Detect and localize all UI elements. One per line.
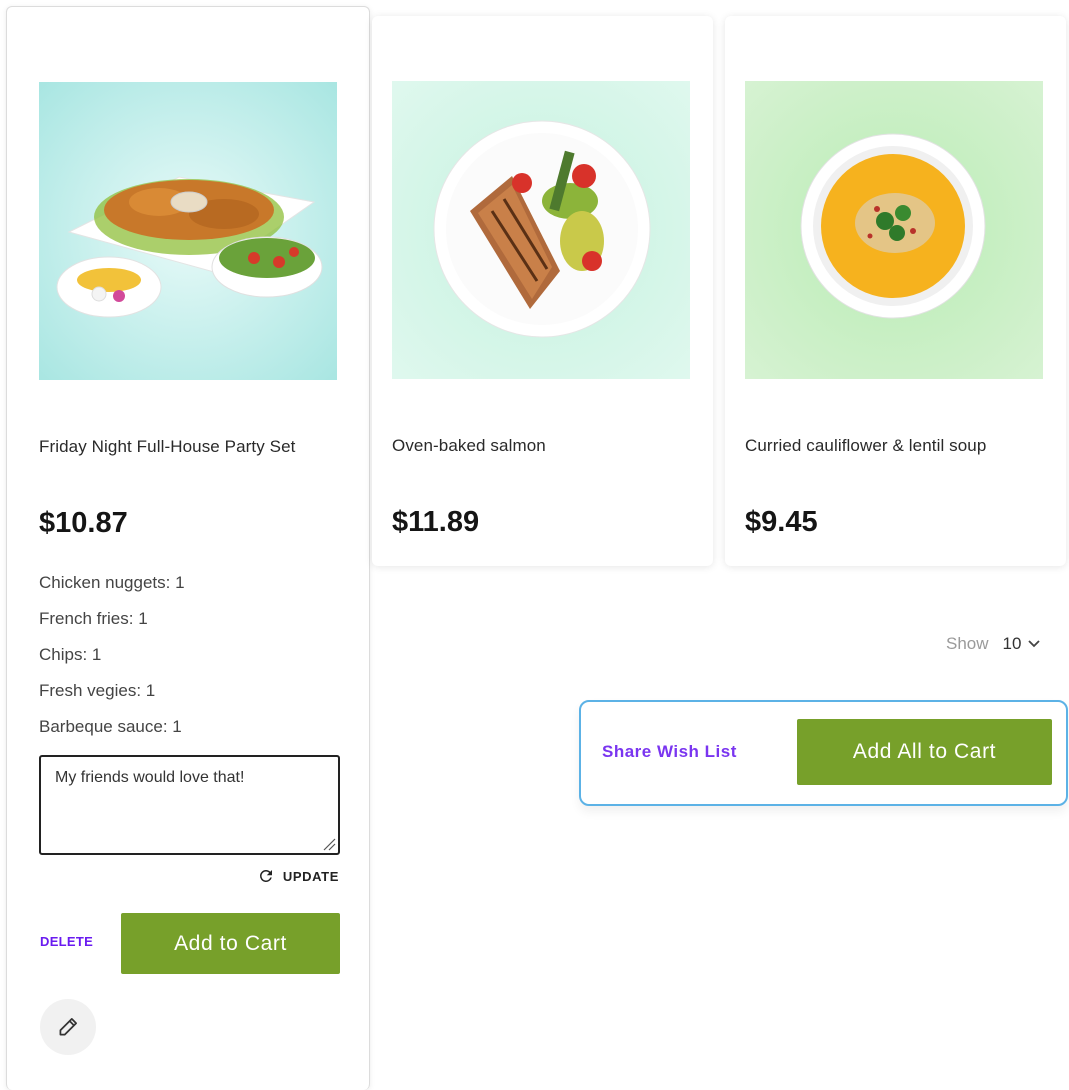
add-all-to-cart-button[interactable]: Add All to Cart [797, 719, 1052, 785]
page-size-value: 10 [1002, 634, 1022, 653]
soup-bowl-photo-icon [745, 81, 1043, 379]
pencil-icon [59, 1018, 77, 1036]
note-text: My friends would love that! [55, 769, 245, 786]
resize-grip-icon[interactable] [320, 835, 336, 851]
wishlist-actions: Share Wish List Add All to Cart [579, 700, 1068, 806]
show-label: Show [946, 634, 989, 653]
set-items-list: Chicken nuggets: 1 French fries: 1 Chips… [39, 565, 185, 745]
share-wishlist-button[interactable]: Share Wish List [602, 742, 737, 762]
edit-button[interactable] [40, 999, 96, 1055]
list-item: Fresh vegies: 1 [39, 681, 156, 700]
soup-image[interactable] [745, 81, 1043, 379]
product-name[interactable]: Curried cauliflower & lentil soup [745, 434, 1050, 457]
salmon-image[interactable] [392, 81, 690, 379]
product-card-party-set: Friday Night Full-House Party Set $10.87… [6, 6, 370, 1090]
salmon-plate-photo-icon [392, 81, 690, 379]
list-item: Chicken nuggets: 1 [39, 573, 185, 592]
list-item: Chips: 1 [39, 645, 102, 664]
product-name[interactable]: Friday Night Full-House Party Set [39, 435, 339, 458]
product-price: $10.87 [39, 507, 128, 539]
party-set-image[interactable] [39, 82, 337, 380]
delete-button[interactable]: DELETE [40, 934, 93, 949]
list-item: Barbeque sauce: 1 [39, 717, 182, 736]
chevron-down-icon [1028, 640, 1041, 648]
wishlist-page: Friday Night Full-House Party Set $10.87… [0, 0, 1069, 1090]
product-price: $9.45 [745, 506, 818, 538]
page-size-select[interactable]: Show 10 [946, 634, 1041, 654]
update-label: UPDATE [282, 868, 339, 884]
party-set-photo-icon [39, 82, 337, 380]
wishlist-note-textarea[interactable]: My friends would love that! [39, 755, 340, 855]
product-card-soup: Curried cauliflower & lentil soup $9.45 [725, 16, 1066, 566]
list-item: French fries: 1 [39, 609, 148, 628]
product-card-salmon: Oven-baked salmon $11.89 [372, 16, 713, 566]
update-button[interactable]: UPDATE [257, 867, 339, 885]
add-to-cart-button[interactable]: Add to Cart [121, 913, 340, 974]
product-price: $11.89 [392, 506, 480, 538]
product-name[interactable]: Oven-baked salmon [392, 434, 697, 457]
refresh-icon [259, 870, 272, 882]
